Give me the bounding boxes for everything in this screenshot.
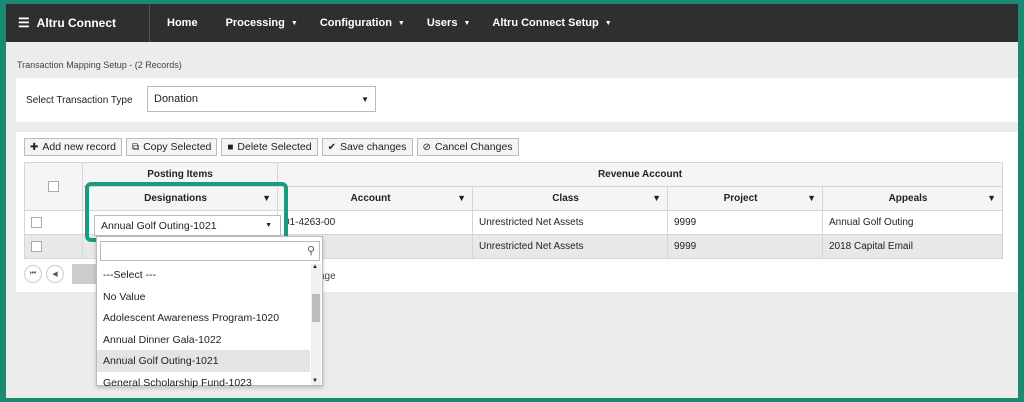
nav-users[interactable]: Users ▼ — [427, 17, 471, 29]
dropdown-option-selected[interactable]: Annual Golf Outing-1021 — [97, 350, 310, 372]
search-icon: ⚲ — [306, 245, 315, 257]
appeal-cell[interactable]: 2018 Capital Email — [822, 234, 1003, 259]
nav-users-label: Users — [426, 17, 458, 29]
delete-selected-button[interactable]: ■ Delete Selected — [221, 138, 318, 156]
prev-page-icon[interactable]: ◀ — [46, 265, 64, 283]
row-select-cell[interactable] — [24, 234, 83, 259]
transaction-type-label: Select Transaction Type — [26, 95, 133, 106]
check-icon: ✔ — [327, 141, 336, 153]
nav-processing[interactable]: Processing ▼ — [226, 17, 298, 29]
add-record-button[interactable]: ✚ Add new record — [24, 138, 122, 156]
delete-selected-label: Delete Selected — [237, 141, 312, 153]
scroll-down-icon[interactable]: ▼ — [312, 378, 318, 384]
grid-pager: ⏮ ◀ — [24, 264, 96, 284]
caret-down-icon: ▼ — [290, 19, 298, 27]
cancel-changes-label: Cancel Changes — [434, 141, 513, 153]
dropdown-option[interactable]: Annual Dinner Gala-1022 — [97, 329, 310, 351]
app-name: Altru Connect — [36, 16, 116, 30]
copy-icon: ⧉ — [131, 141, 140, 153]
page-title: Transaction Mapping Setup - (2 Records) — [17, 60, 182, 70]
copy-selected-label: Copy Selected — [143, 141, 212, 153]
caret-down-icon: ▼ — [397, 19, 405, 27]
class-column-header[interactable]: Class ▼ — [472, 186, 668, 211]
class-cell[interactable]: Unrestricted Net Assets — [472, 210, 668, 235]
nav-home[interactable]: Home — [167, 17, 198, 29]
account-cell[interactable]: 01-4263-00 — [277, 210, 473, 235]
nav-configuration-label: Configuration — [319, 17, 392, 29]
project-column-header[interactable]: Project ▼ — [667, 186, 823, 211]
plus-icon: ✚ — [30, 141, 39, 153]
row-checkbox[interactable] — [31, 240, 42, 252]
account-header-label: Account — [350, 193, 391, 204]
class-header-label: Class — [552, 193, 579, 204]
chevron-down-icon: ▼ — [361, 95, 369, 104]
designation-dropdown: ⚲ ---Select --- No Value Adolescent Awar… — [96, 236, 323, 389]
filter-icon[interactable]: ▼ — [987, 193, 996, 203]
hamburger-menu-icon[interactable]: ☰ — [18, 15, 30, 31]
row-select-cell[interactable] — [24, 210, 83, 235]
save-changes-button[interactable]: ✔ Save changes — [321, 138, 413, 156]
add-record-label: Add new record — [42, 141, 116, 153]
grid-toolbar: ✚ Add new record ⧉ Copy Selected ■ Delet… — [24, 138, 523, 156]
revenue-account-group-header: Revenue Account — [277, 162, 1003, 187]
filter-icon[interactable]: ▼ — [807, 193, 816, 203]
transaction-type-panel: Select Transaction Type Donation ▼ — [16, 78, 1018, 122]
project-cell[interactable]: 9999 — [667, 210, 823, 235]
appeal-cell[interactable]: Annual Golf Outing — [822, 210, 1003, 235]
dropdown-option[interactable]: No Value — [97, 286, 310, 308]
transaction-type-value: Donation — [154, 93, 199, 105]
chevron-down-icon: ▼ — [265, 222, 272, 229]
nav-processing-label: Processing — [225, 17, 285, 29]
class-cell[interactable]: Unrestricted Net Assets — [472, 234, 668, 259]
row-checkbox[interactable] — [31, 216, 42, 228]
dropdown-scrollbar[interactable]: ▲ ▼ — [311, 264, 321, 385]
dropdown-options: ---Select --- No Value Adolescent Awaren… — [97, 264, 310, 393]
nav-configuration[interactable]: Configuration ▼ — [320, 17, 405, 29]
nav-home-label: Home — [167, 17, 198, 29]
dropdown-option[interactable]: General Scholarship Fund-1023 — [97, 372, 310, 394]
select-all-checkbox[interactable] — [48, 180, 59, 192]
dropdown-option[interactable]: Adolescent Awareness Program-1020 — [97, 307, 310, 329]
account-column-header[interactable]: Account ▼ — [277, 186, 473, 211]
dropdown-search-input[interactable]: ⚲ — [100, 241, 320, 261]
nav-altru-connect-setup[interactable]: Altru Connect Setup ▼ — [492, 17, 611, 29]
select-all-header[interactable] — [24, 162, 83, 211]
save-changes-label: Save changes — [339, 141, 407, 153]
designation-select-value: Annual Golf Outing-1021 — [101, 220, 217, 232]
transaction-type-select[interactable]: Donation ▼ — [147, 86, 376, 112]
filter-icon[interactable]: ▼ — [652, 193, 661, 203]
filter-icon[interactable]: ▼ — [457, 193, 466, 203]
dropdown-option[interactable]: ---Select --- — [97, 264, 310, 286]
caret-down-icon: ▼ — [604, 19, 612, 27]
copy-selected-button[interactable]: ⧉ Copy Selected — [125, 138, 218, 156]
scrollbar-thumb[interactable] — [312, 294, 320, 322]
page-number-box[interactable] — [72, 264, 96, 284]
top-navbar: ☰ Altru Connect Home Processing ▼ Config… — [6, 4, 1018, 42]
scroll-up-icon[interactable]: ▲ — [312, 264, 318, 270]
cancel-changes-button[interactable]: ⊘ Cancel Changes — [416, 138, 519, 156]
appeals-header-label: Appeals — [888, 193, 928, 204]
nav-setup-label: Altru Connect Setup — [492, 17, 599, 29]
app-window: ☰ Altru Connect Home Processing ▼ Config… — [6, 4, 1018, 398]
brand[interactable]: ☰ Altru Connect — [6, 4, 150, 42]
appeals-column-header[interactable]: Appeals ▼ — [822, 186, 1003, 211]
first-page-icon[interactable]: ⏮ — [24, 265, 42, 283]
caret-down-icon: ▼ — [463, 19, 471, 27]
cancel-icon: ⊘ — [422, 141, 431, 153]
project-cell[interactable]: 9999 — [667, 234, 823, 259]
project-header-label: Project — [723, 193, 758, 204]
designation-select[interactable]: Annual Golf Outing-1021 ▼ — [94, 215, 281, 236]
trash-icon: ■ — [227, 141, 234, 153]
